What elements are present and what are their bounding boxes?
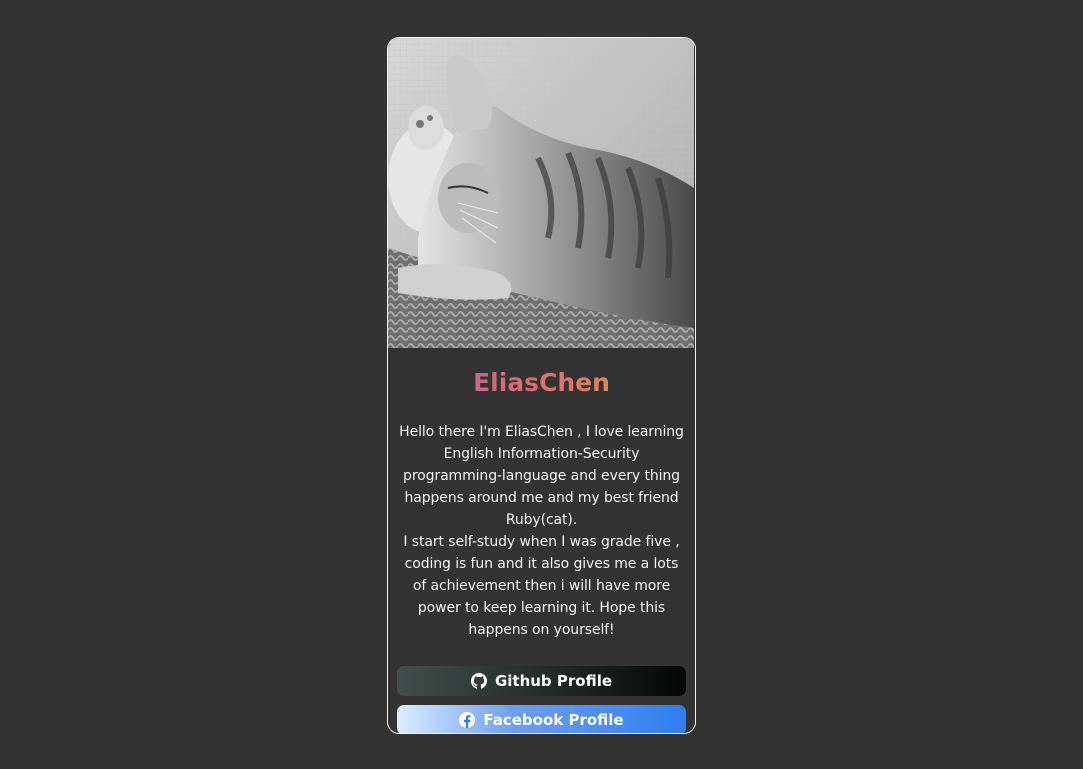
cat-photo bbox=[388, 38, 694, 348]
profile-card: EliasChen Hello there I'm EliasChen , I … bbox=[387, 37, 696, 734]
github-profile-button[interactable]: Github Profile bbox=[397, 666, 686, 696]
facebook-button-label: Facebook Profile bbox=[483, 711, 624, 729]
bio-paragraph: I start self-study when I was grade five… bbox=[403, 534, 680, 638]
facebook-profile-button[interactable]: Facebook Profile bbox=[397, 705, 686, 733]
github-button-label: Github Profile bbox=[494, 672, 613, 690]
bio-paragraph: Hello there I'm EliasChen , I love learn… bbox=[399, 424, 684, 528]
facebook-icon bbox=[459, 712, 476, 728]
profile-bio: Hello there I'm EliasChen , I love learn… bbox=[396, 421, 687, 641]
github-icon bbox=[470, 673, 487, 689]
profile-name: EliasChen bbox=[388, 367, 695, 399]
